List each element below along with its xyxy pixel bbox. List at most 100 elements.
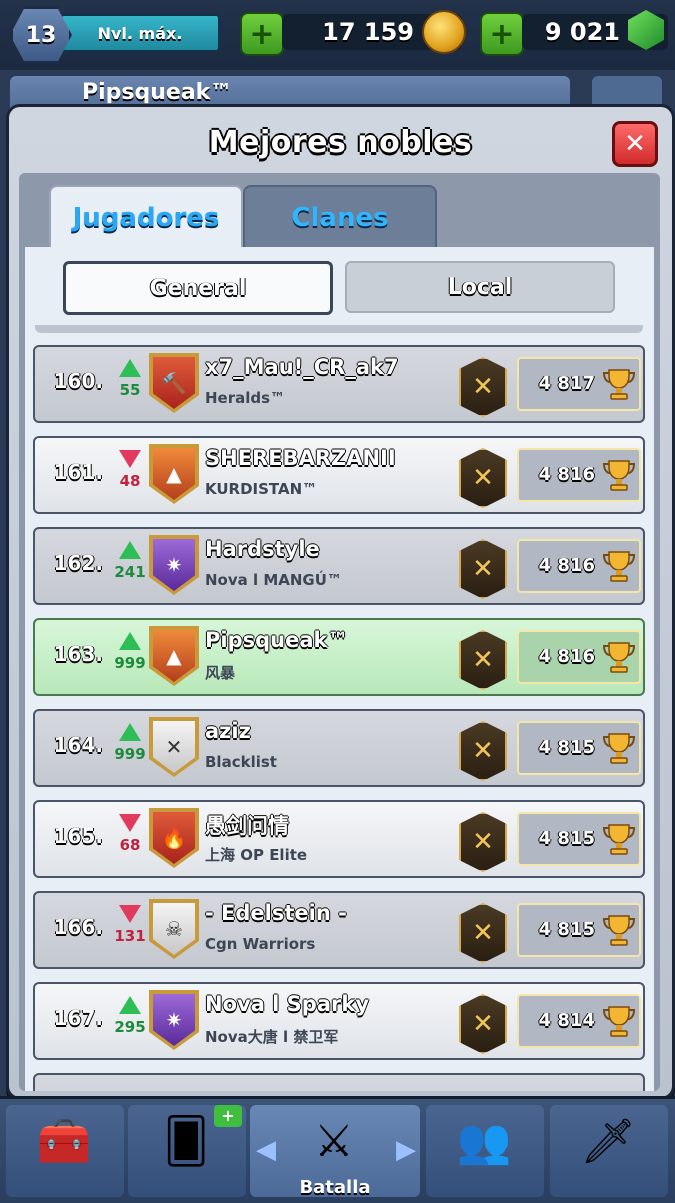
player-name: - Edelstein - [205,901,347,925]
buy-gold-button[interactable]: + [240,12,284,56]
trophy-icon [603,460,635,491]
trophy-count-box: 4 815 [517,812,641,866]
player-name: Nova l Sparky [205,992,370,1016]
trophy-count-box: 4 815 [517,903,641,957]
cards-icon: 🂠 [163,1116,209,1167]
player-name: Pipsqueak™ [205,628,349,652]
nav-clan[interactable]: 👥 [426,1105,544,1197]
background-player-name: Pipsqueak™ [82,80,233,105]
player-name: aziz [205,719,251,743]
trophy-count-box: 4 814 [517,994,641,1048]
crossed-swords-icon: ⚔ [314,1116,354,1167]
leaderboard-row[interactable]: 164. 999 ✕ aziz Blacklist ✕ 4 815 [33,709,645,787]
panel-content: Jugadores Clanes General Local 160. 55 🔨 x7… [19,173,660,1091]
tab-clans[interactable]: Clanes [243,185,437,249]
trophy-count: 4 815 [538,828,595,849]
trophy-count-box: 4 815 [517,721,641,775]
trophy-icon [603,915,635,946]
leaderboard-row-self[interactable]: 163. 999 ▲ Pipsqueak™ 风暴 ✕ 4 816 [33,618,645,696]
rank-change: 241 [114,563,146,581]
leaderboard-panel: Mejores nobles ✕ Jugadores Clanes Genera… [6,104,675,1100]
plus-icon: + [249,16,275,52]
leaderboard-row-partial[interactable] [33,1073,645,1091]
clan-members-icon: 👥 [456,1116,512,1167]
trophy-count-box: 4 816 [517,630,641,684]
rank-down-arrow-icon [119,814,141,832]
league-badge-icon: ✕ [459,630,507,690]
clan-name: 上海 OP Elite [205,846,308,864]
league-badge-icon: ✕ [459,357,507,417]
trophy-count: 4 816 [538,646,595,667]
rank: 165. [53,824,103,848]
player-name: 愚剑问情 [205,814,289,838]
league-badge-icon: ✕ [459,539,507,599]
rank: 162. [53,551,103,575]
scope-selector: General Local [25,247,654,325]
trophy-count: 4 816 [538,555,595,576]
trophy-count: 4 816 [538,464,595,485]
nav-battle-label: Batalla [299,1177,371,1198]
clan-name: Cgn Warriors [205,935,316,953]
trophy-icon [603,1006,635,1037]
trophy-count: 4 815 [538,737,595,758]
rank: 161. [53,460,103,484]
clan-name: Nova大唐 l 禁卫军 [205,1028,339,1046]
chevron-left-icon: ◀ [256,1135,276,1165]
league-badge-icon: ✕ [459,812,507,872]
leaderboard-row[interactable]: 161. 48 ▲ SHEREBARZANII KURDISTAN™ ✕ 4 816 [33,436,645,514]
nav-cards[interactable]: 🂠 + [128,1105,246,1197]
local-button[interactable]: Local [345,261,615,313]
rank: 164. [53,733,103,757]
bottom-nav: 🧰 🂠 + ◀ ⚔ ▶ Batalla 👥 🗡 [0,1096,675,1203]
trophy-count: 4 817 [538,373,595,394]
rank-change: 48 [119,472,141,490]
trophy-count-box: 4 816 [517,448,641,502]
buy-gems-button[interactable]: + [480,12,524,56]
new-card-badge: + [214,1105,242,1127]
close-icon: ✕ [624,129,646,159]
trophy-icon [603,369,635,400]
league-badge-icon: ✕ [459,448,507,508]
clan-name: KURDISTAN™ [205,480,318,498]
panel-title: Mejores nobles [208,125,473,160]
leaderboard-row[interactable]: 166. 131 ☠ - Edelstein - Cgn Warriors ✕ 4 815 [33,891,645,969]
plus-icon: + [489,16,515,52]
leaderboard-list[interactable]: 160. 55 🔨 x7_Mau!_CR_ak7 Heralds™ ✕ 4 817 161. 4… [25,325,654,1091]
status-bar: Nvl. máx. 13 + 17 159 + 9 021 [0,0,675,70]
general-button[interactable]: General [63,261,333,315]
chest-icon: 🧰 [36,1116,92,1167]
leaderboard-row[interactable]: 162. 241 ✷ Hardstyle Nova l MANGÚ™ ✕ 4 816 [33,527,645,605]
trophy-count: 4 815 [538,919,595,940]
clan-name: Nova l MANGÚ™ [205,571,342,589]
trophy-icon [603,824,635,855]
trophy-icon [603,733,635,764]
rank-up-arrow-icon [119,996,141,1014]
nav-shop[interactable]: 🧰 [6,1105,124,1197]
leaderboard-row[interactable]: 165. 68 🔥 愚剑问情 上海 OP Elite ✕ 4 815 [33,800,645,878]
close-button[interactable]: ✕ [612,121,658,167]
partial-row [35,325,643,333]
rank-down-arrow-icon [119,450,141,468]
leaderboard-row[interactable]: 167. 295 ✷ Nova l Sparky Nova大唐 l 禁卫军 ✕ 4 814 [33,982,645,1060]
rank-down-arrow-icon [119,905,141,923]
tab-players[interactable]: Jugadores [49,185,243,249]
player-name: Hardstyle [205,537,320,561]
rank-up-arrow-icon [119,359,141,377]
trophy-count: 4 814 [538,1010,595,1031]
rank-change: 68 [119,836,141,854]
player-name: x7_Mau!_CR_ak7 [205,355,399,379]
trophy-count-box: 4 816 [517,539,641,593]
rank-change: 55 [119,381,141,399]
league-badge-icon: ✕ [459,903,507,963]
league-badge-icon: ✕ [459,994,507,1054]
leaderboard-row[interactable]: 160. 55 🔨 x7_Mau!_CR_ak7 Heralds™ ✕ 4 817 [33,345,645,423]
rank-change: 295 [114,1018,146,1036]
player-name: SHEREBARZANII [205,446,396,470]
trophy-icon [603,642,635,673]
clan-name: Blacklist [205,753,277,771]
rank-change: 131 [114,927,146,945]
gold-coin-icon [422,10,466,54]
chevron-right-icon: ▶ [396,1135,416,1165]
nav-tournaments[interactable]: 🗡 [550,1105,668,1197]
nav-battle[interactable]: ◀ ⚔ ▶ Batalla [250,1105,420,1198]
